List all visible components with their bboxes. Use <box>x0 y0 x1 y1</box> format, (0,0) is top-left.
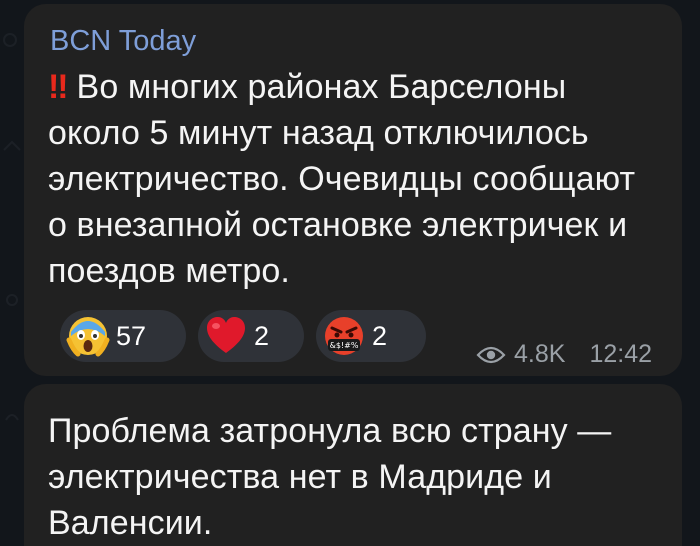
reaction-count: 2 <box>254 320 270 351</box>
scream-face-icon <box>66 314 110 358</box>
reactions-bar: 57 2 &$!#% 2 <box>60 310 426 362</box>
cursing-symbols: &$!#% <box>330 341 359 350</box>
reaction-scream[interactable]: 57 <box>60 310 186 362</box>
chat-view: BCN Today ‼ Во многих районах Барселоны о… <box>0 0 700 546</box>
reaction-heart[interactable]: 2 <box>198 310 304 362</box>
message-time: 12:42 <box>589 340 652 368</box>
message-meta: 4.8K 12:42 <box>476 340 652 369</box>
message-text: ‼ Во многих районах Барселоны около 5 мин… <box>48 64 656 294</box>
view-count: 4.8K <box>514 340 566 368</box>
double-exclamation-icon: ‼ <box>48 68 68 106</box>
reaction-count: 57 <box>116 320 147 351</box>
message-bubble[interactable]: BCN Today ‼ Во многих районах Барселоны о… <box>24 4 682 376</box>
red-heart-icon <box>204 314 248 358</box>
message-text: Проблема затронула всю страну — электрич… <box>48 412 612 542</box>
chat-wallpaper-pattern <box>3 33 21 421</box>
channel-name[interactable]: BCN Today <box>48 26 656 56</box>
message-bubble[interactable]: Проблема затронула всю страну — электрич… <box>24 384 682 546</box>
cursing-face-icon: &$!#% <box>322 314 366 358</box>
reaction-cursing[interactable]: &$!#% 2 <box>316 310 426 362</box>
eye-icon <box>476 345 506 365</box>
message-body: Во многих районах Барселоны около 5 мину… <box>48 68 636 290</box>
reaction-count: 2 <box>372 320 388 351</box>
